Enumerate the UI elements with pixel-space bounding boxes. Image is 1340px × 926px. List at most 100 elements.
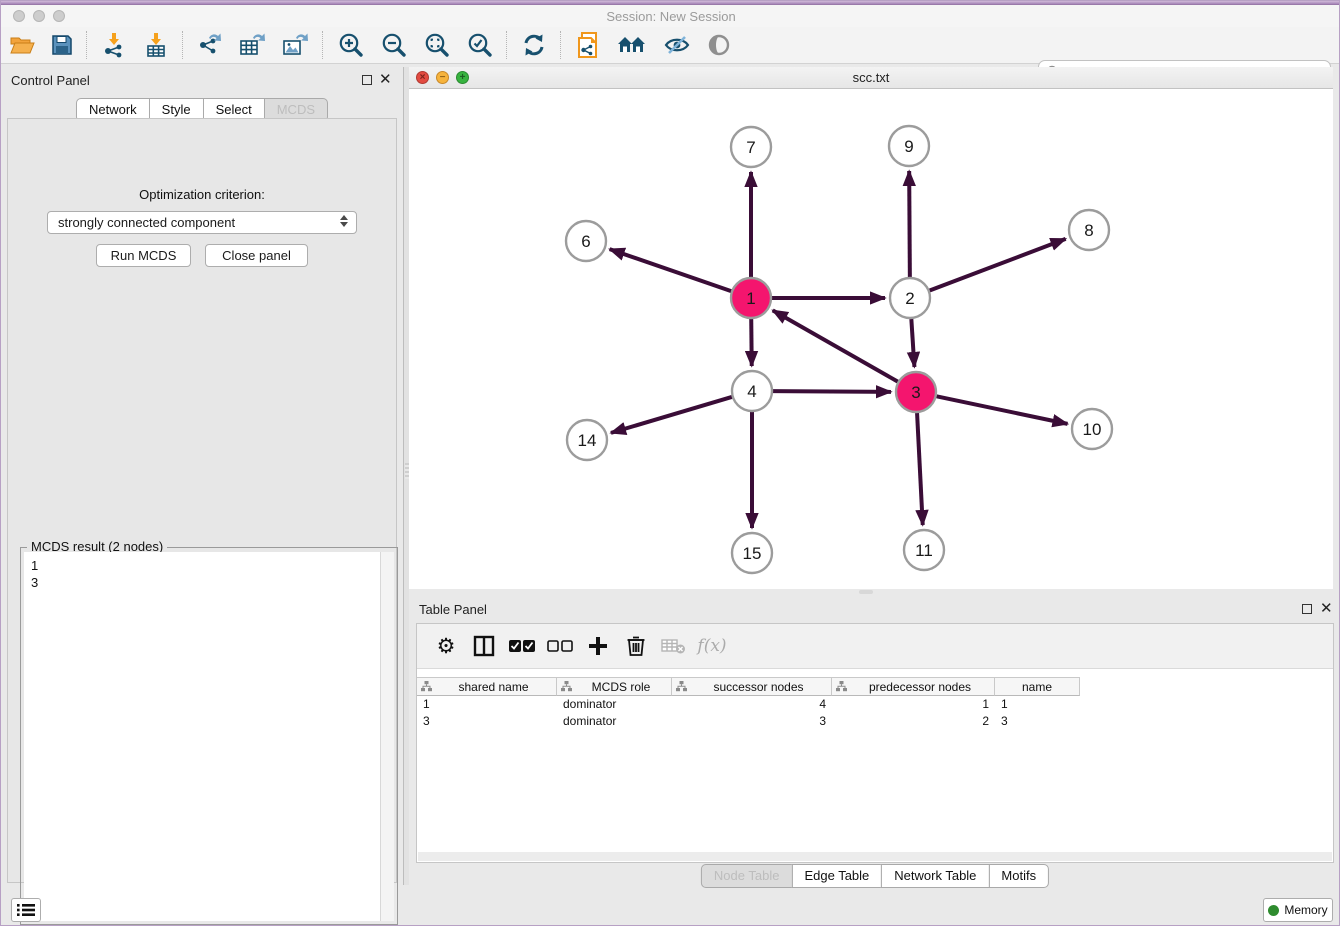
node-label-15: 15 (743, 544, 762, 563)
refresh-icon (521, 32, 547, 58)
edge-3-11[interactable] (917, 413, 923, 525)
open-session-button[interactable] (1, 29, 43, 61)
zoom-selected-icon (466, 32, 493, 59)
cell-shared-name[interactable]: 1 (417, 696, 557, 713)
table-footer-strip (418, 852, 1332, 861)
task-history-button[interactable] (11, 898, 41, 922)
edge-2-8[interactable] (930, 239, 1066, 291)
import-network-button[interactable] (93, 29, 135, 61)
hide-panels-button[interactable] (655, 29, 699, 61)
cell-successor-nodes[interactable]: 3 (672, 713, 832, 730)
cell-name[interactable]: 3 (995, 713, 1080, 730)
export-image-button[interactable] (274, 29, 317, 61)
tab-edge-table[interactable]: Edge Table (791, 864, 882, 888)
result-scrollbar[interactable] (380, 552, 394, 921)
network-window-title: scc.txt (409, 70, 1333, 85)
column-header-name[interactable]: name (995, 677, 1080, 696)
tab-node-table[interactable]: Node Table (701, 864, 793, 888)
list-icon (17, 903, 35, 917)
memory-button[interactable]: Memory (1263, 898, 1333, 922)
zoom-in-button[interactable] (329, 29, 372, 61)
edge-2-9[interactable] (909, 171, 910, 277)
column-selector-button[interactable] (465, 629, 503, 663)
copy-network-view-button[interactable] (567, 29, 609, 61)
import-table-icon (143, 32, 169, 58)
function-builder-button[interactable]: f(x) (693, 629, 731, 663)
node-label-14: 14 (578, 431, 597, 450)
close-panel-icon[interactable]: ✕ (379, 74, 392, 86)
zoom-out-icon (380, 32, 407, 59)
titlebar[interactable]: Session: New Session (1, 5, 1340, 28)
float-panel-icon[interactable] (362, 75, 372, 85)
zoom-fit-icon (423, 32, 450, 59)
refresh-button[interactable] (513, 29, 555, 61)
network-canvas[interactable]: 7968124314101511 (409, 89, 1333, 589)
table-panel-title: Table Panel (419, 602, 487, 617)
export-network-button[interactable] (189, 29, 231, 61)
cell-name[interactable]: 1 (995, 696, 1080, 713)
cell-shared-name[interactable]: 3 (417, 713, 557, 730)
gear-icon: ⚙ (437, 634, 456, 658)
node-label-1: 1 (746, 289, 755, 308)
network-bottom-grip[interactable] (859, 590, 873, 594)
import-table-button[interactable] (135, 29, 177, 61)
edge-1-4[interactable] (751, 319, 752, 366)
table-row[interactable]: 1dominator411 (417, 696, 1080, 713)
cell-mcds-role[interactable]: dominator (557, 713, 672, 730)
column-header-shared-name[interactable]: shared name (417, 677, 557, 696)
export-table-button[interactable] (231, 29, 274, 61)
fx-icon: f(x) (697, 636, 726, 656)
node-label-9: 9 (904, 137, 913, 156)
sort-hierarchy-icon (676, 681, 690, 692)
application-window: Session: New Session (0, 0, 1340, 926)
cell-successor-nodes[interactable]: 4 (672, 696, 832, 713)
selected-option: strongly connected component (58, 215, 235, 230)
zoom-selected-button[interactable] (458, 29, 501, 61)
cell-predecessor-nodes[interactable]: 1 (832, 696, 995, 713)
node-label-2: 2 (905, 289, 914, 308)
table-row[interactable]: 3dominator323 (417, 713, 1080, 730)
home-icon (617, 33, 647, 57)
save-session-button[interactable] (43, 29, 81, 61)
edge-3-1[interactable] (773, 310, 898, 381)
network-window-titlebar[interactable]: × − + scc.txt (409, 67, 1333, 89)
column-header-mcds-role[interactable]: MCDS role (557, 677, 672, 696)
tab-network-table[interactable]: Network Table (881, 864, 989, 888)
run-mcds-button[interactable]: Run MCDS (96, 244, 191, 267)
mcds-result-list[interactable]: 1 3 (24, 552, 394, 921)
save-disk-icon (51, 34, 73, 56)
edge-2-3[interactable] (911, 319, 914, 367)
export-network-icon (197, 32, 223, 58)
add-column-button[interactable] (579, 629, 617, 663)
edge-3-10[interactable] (937, 396, 1068, 424)
edge-4-14[interactable] (611, 397, 732, 433)
table-settings-button[interactable]: ⚙ (427, 629, 465, 663)
window-title: Session: New Session (1, 9, 1340, 24)
zoom-fit-button[interactable] (415, 29, 458, 61)
node-label-7: 7 (746, 138, 755, 157)
delete-table-button[interactable] (655, 629, 693, 663)
table-header-row: shared nameMCDS rolesuccessor nodesprede… (417, 677, 1080, 696)
delete-column-button[interactable] (617, 629, 655, 663)
optimization-criterion-select[interactable]: strongly connected component (47, 211, 357, 234)
home-layout-button[interactable] (609, 29, 655, 61)
sort-hierarchy-icon (561, 681, 575, 692)
cell-mcds-role[interactable]: dominator (557, 696, 672, 713)
close-panel-button[interactable]: Close panel (205, 244, 308, 267)
birds-eye-view-button[interactable] (699, 29, 739, 61)
zoom-out-button[interactable] (372, 29, 415, 61)
toolbar-separator (506, 31, 508, 59)
cell-predecessor-nodes[interactable]: 2 (832, 713, 995, 730)
tab-motifs[interactable]: Motifs (988, 864, 1049, 888)
deselect-all-button[interactable] (541, 629, 579, 663)
edge-1-6[interactable] (610, 249, 732, 291)
column-header-predecessor-nodes[interactable]: predecessor nodes (832, 677, 995, 696)
edge-4-3[interactable] (773, 391, 891, 392)
float-table-panel-icon[interactable] (1302, 604, 1312, 614)
sort-hierarchy-icon (421, 681, 435, 692)
network-graph[interactable]: 7968124314101511 (409, 89, 1333, 589)
column-header-successor-nodes[interactable]: successor nodes (672, 677, 832, 696)
close-table-panel-icon[interactable]: ✕ (1320, 603, 1333, 615)
select-all-button[interactable] (503, 629, 541, 663)
table-panel-tabs: Node TableEdge TableNetwork TableMotifs (701, 864, 1049, 888)
